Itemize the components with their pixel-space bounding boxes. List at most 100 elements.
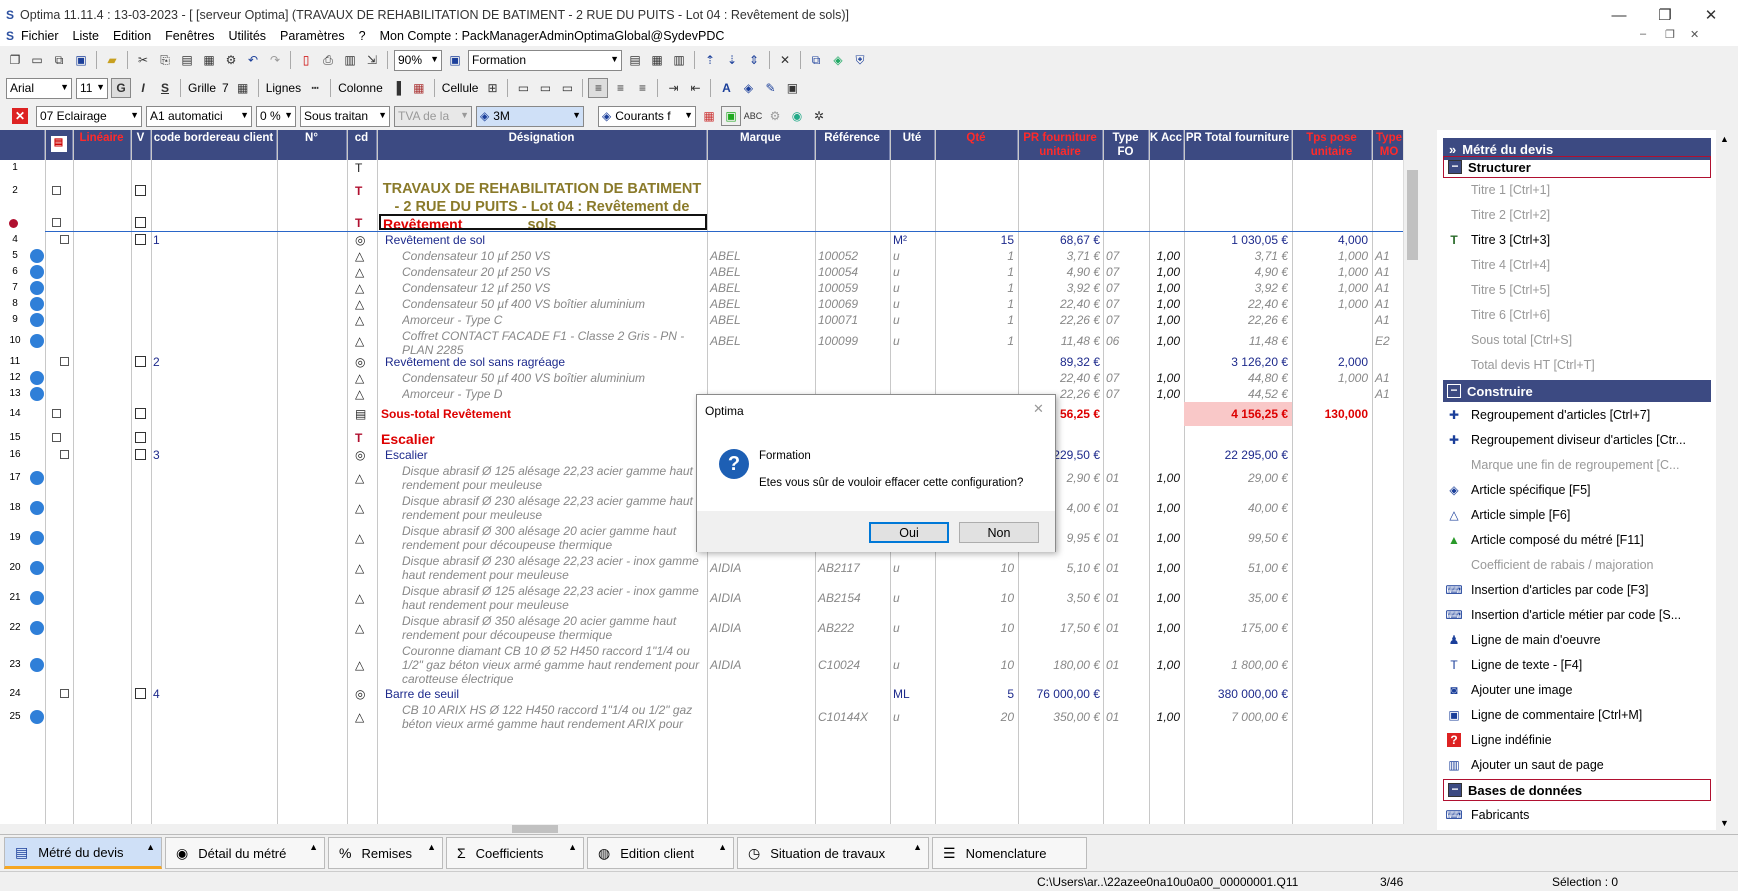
marque-cell[interactable]: ABEL bbox=[707, 334, 815, 348]
mdi-minimize-button[interactable]: – bbox=[1640, 28, 1646, 40]
menu-edition[interactable]: Edition bbox=[106, 29, 158, 43]
unit-cell[interactable]: u bbox=[890, 591, 935, 605]
k-acc-cell[interactable]: 1,00 bbox=[1149, 387, 1180, 401]
article-icon[interactable]: △ bbox=[355, 561, 364, 575]
row-checkbox[interactable] bbox=[135, 234, 146, 245]
pr-total-cell[interactable]: 44,80 € bbox=[1184, 371, 1288, 385]
no-button[interactable]: Non bbox=[959, 522, 1039, 543]
group-icon[interactable]: ◎ bbox=[355, 233, 365, 247]
info-icon[interactable] bbox=[30, 334, 44, 348]
reference-cell[interactable]: C10144X bbox=[815, 710, 890, 724]
type-mo-cell[interactable]: A1 bbox=[1372, 265, 1402, 279]
pr-total-cell[interactable]: 4 156,25 € bbox=[1184, 407, 1288, 421]
header-pr-total[interactable]: PR Total fourniture bbox=[1184, 130, 1292, 160]
network-icon[interactable]: ◈ bbox=[828, 50, 848, 70]
designation-cell[interactable]: Disque abrasif Ø 230 alésage 22,23 acier… bbox=[402, 494, 704, 522]
unit-cell[interactable]: u bbox=[890, 658, 935, 672]
tab-metre-devis[interactable]: ▤ Métré du devis ▲ bbox=[4, 837, 162, 869]
cell-icon[interactable]: ⊞ bbox=[482, 78, 502, 98]
pr-unit-cell[interactable]: 22,40 € bbox=[1018, 371, 1100, 385]
panel-section-construire[interactable]: − Construire bbox=[1443, 380, 1711, 402]
mdi-restore-button[interactable]: ❐ bbox=[1665, 28, 1675, 41]
table-row[interactable]: 10 △ Coffret CONTACT FACADE F1 - Classe 2 … bbox=[0, 328, 1420, 357]
pr-total-cell[interactable]: 99,50 € bbox=[1184, 531, 1288, 545]
collapse-icon[interactable] bbox=[60, 235, 69, 244]
article-icon[interactable]: △ bbox=[355, 297, 364, 311]
row-checkbox[interactable] bbox=[135, 432, 146, 443]
header-cd[interactable]: cd bbox=[347, 130, 377, 160]
k-acc-cell[interactable]: 1,00 bbox=[1149, 501, 1180, 515]
panel-item[interactable]: T Ligne de texte - [F4] bbox=[1445, 653, 1705, 677]
article-icon[interactable]: △ bbox=[355, 621, 364, 635]
panel-section-structurer[interactable]: − Structurer bbox=[1443, 156, 1711, 178]
tools-config-icon[interactable]: ✲ bbox=[809, 106, 829, 126]
table-row[interactable]: 11 2 ◎ Revêtement de sol sans ragréage 89,32… bbox=[0, 354, 1420, 370]
header-k-acc[interactable]: K Acc bbox=[1149, 130, 1184, 160]
scroll-up-icon[interactable]: ▲ bbox=[1720, 134, 1729, 144]
quantity-cell[interactable]: 15 bbox=[935, 233, 1014, 247]
pr-total-cell[interactable]: 29,00 € bbox=[1184, 471, 1288, 485]
unit-cell[interactable]: u bbox=[890, 561, 935, 575]
row-checkbox[interactable] bbox=[135, 688, 146, 699]
refresh-icon[interactable]: ◉ bbox=[787, 106, 807, 126]
header-type-mo[interactable]: Type MO bbox=[1372, 130, 1407, 160]
k-acc-cell[interactable]: 1,00 bbox=[1149, 313, 1180, 327]
pr-total-cell[interactable]: 22,26 € bbox=[1184, 313, 1288, 327]
settings-icon[interactable]: ⚙ bbox=[221, 50, 241, 70]
k-acc-cell[interactable]: 1,00 bbox=[1149, 281, 1180, 295]
designation-cell[interactable]: Escalier bbox=[385, 448, 703, 462]
unit-cell[interactable]: u bbox=[890, 621, 935, 635]
header-tps-pose[interactable]: Tps pose unitaire bbox=[1292, 130, 1372, 160]
config-icon-1[interactable]: ▤ bbox=[625, 50, 645, 70]
panel-item[interactable]: ▥ Ajouter un saut de page bbox=[1445, 753, 1705, 777]
tva-mode-select[interactable]: A1 automatici ▼ bbox=[146, 105, 252, 127]
collapse-icon[interactable] bbox=[60, 689, 69, 698]
header-v[interactable]: V bbox=[131, 130, 151, 160]
collapse-icon[interactable] bbox=[52, 409, 61, 418]
menu-account[interactable]: Mon Compte : PackManagerAdminOptimaGloba… bbox=[373, 29, 732, 43]
designation-cell[interactable]: Escalier bbox=[381, 431, 703, 447]
panel-item[interactable]: ▲ Article composé du métré [F11] bbox=[1445, 528, 1705, 552]
type-mo-cell[interactable]: A1 bbox=[1372, 313, 1402, 327]
header-reference[interactable]: Référence bbox=[815, 130, 890, 160]
pr-total-cell[interactable]: 22,40 € bbox=[1184, 297, 1288, 311]
unit-cell[interactable]: u bbox=[890, 249, 935, 263]
type-mo-cell[interactable]: A1 bbox=[1372, 249, 1402, 263]
unit-cell[interactable]: u bbox=[890, 281, 935, 295]
pr-unit-cell[interactable]: 4,90 € bbox=[1018, 265, 1100, 279]
info-icon[interactable] bbox=[30, 249, 44, 263]
border-bottom-icon[interactable]: ▭ bbox=[557, 78, 577, 98]
quantity-cell[interactable]: 20 bbox=[935, 710, 1014, 724]
info-icon[interactable] bbox=[30, 531, 44, 545]
shield-icon[interactable]: ⛨ bbox=[850, 50, 870, 70]
type-fo-cell[interactable]: 01 bbox=[1103, 561, 1147, 575]
quantity-cell[interactable]: 10 bbox=[935, 561, 1014, 575]
quantity-cell[interactable]: 1 bbox=[935, 313, 1014, 327]
panel-item[interactable]: Sous total [Ctrl+S] bbox=[1445, 328, 1705, 352]
pr-total-cell[interactable]: 1 800,00 € bbox=[1184, 658, 1288, 672]
article-icon[interactable]: △ bbox=[355, 591, 364, 605]
article-icon[interactable]: △ bbox=[355, 371, 364, 385]
designation-cell[interactable]: Barre de seuil bbox=[385, 687, 703, 701]
table-row[interactable]: 7 △ Condensateur 12 µf 250 VS ABEL 100059 u 1 3… bbox=[0, 280, 1420, 296]
panel-item[interactable]: △ Article simple [F6] bbox=[1445, 503, 1705, 527]
article-icon[interactable]: △ bbox=[355, 471, 364, 485]
scroll-down-icon[interactable]: ▼ bbox=[1720, 818, 1729, 828]
info-icon[interactable] bbox=[30, 297, 44, 311]
tps-pose-cell[interactable]: 1,000 bbox=[1292, 249, 1368, 263]
table-row[interactable]: 1T bbox=[0, 160, 1420, 176]
header-marque[interactable]: Marque bbox=[707, 130, 815, 160]
paste-special-icon[interactable]: ▦ bbox=[199, 50, 219, 70]
panel-item[interactable]: Marque une fin de regroupement [C... bbox=[1445, 453, 1705, 477]
designation-cell[interactable]: Revêtement de sol bbox=[385, 233, 703, 247]
unit-cell[interactable]: u bbox=[890, 334, 935, 348]
type-fo-cell[interactable]: 07 bbox=[1103, 371, 1147, 385]
tva-select[interactable]: TVA de la ▼ bbox=[394, 105, 472, 127]
panel-item[interactable]: Coefficient de rabais / majoration bbox=[1445, 553, 1705, 577]
table-row[interactable]: 23 △ Couronne diamant CB 10 Ø 52 H450 racc… bbox=[0, 643, 1420, 686]
export-icon[interactable]: ⇲ bbox=[362, 50, 382, 70]
pr-unit-cell[interactable]: 22,26 € bbox=[1018, 313, 1100, 327]
quantity-cell[interactable]: 1 bbox=[935, 334, 1014, 348]
quantity-cell[interactable]: 10 bbox=[935, 591, 1014, 605]
article-icon[interactable]: △ bbox=[355, 387, 364, 401]
